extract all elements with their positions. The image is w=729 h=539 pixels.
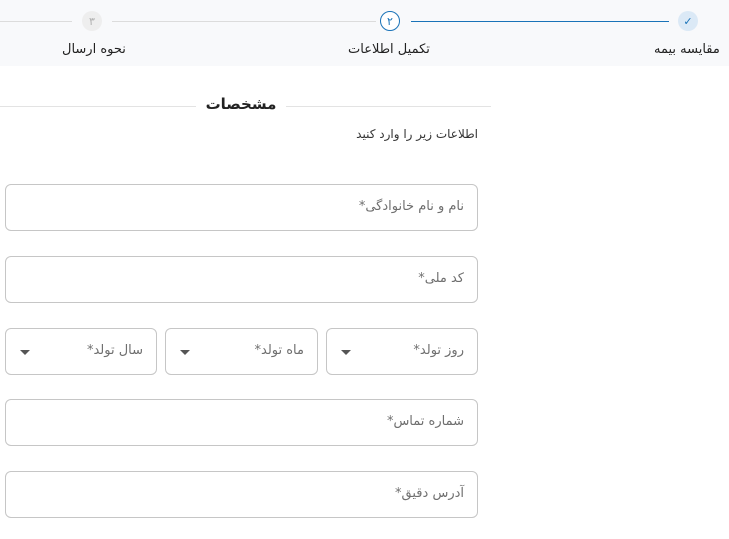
birth-year-placeholder: سال تولد*: [86, 343, 143, 358]
step-2-circle[interactable]: ۲: [380, 11, 400, 31]
step-1-circle[interactable]: ✓: [678, 11, 698, 31]
address-placeholder: آدرس دقیق*: [395, 486, 464, 501]
birth-day-select[interactable]: روز تولد*: [326, 328, 478, 375]
step-3-number: ۳: [89, 14, 95, 28]
check-icon: ✓: [683, 14, 693, 28]
step-2-number: ۲: [387, 14, 393, 28]
chevron-down-icon: [20, 350, 30, 355]
stepper-line-active: [411, 21, 669, 22]
section-subtitle: اطلاعات زیر را وارد کنید: [356, 127, 478, 141]
section-header: مشخصات: [0, 94, 491, 118]
step-3-label: نحوه ارسال: [62, 42, 126, 57]
stepper-line-left: [0, 21, 72, 22]
page: ۳ ۲ ✓ نحوه ارسال تکمیل اطلاعات مقایسه بی…: [0, 0, 729, 539]
national-code-placeholder: کد ملی*: [418, 271, 464, 286]
full-name-input[interactable]: نام و نام خانوادگی*: [5, 184, 478, 231]
section-divider-left: [0, 106, 196, 107]
section-title: مشخصات: [205, 95, 277, 113]
section-divider-right: [286, 106, 491, 107]
step-2-label: تکمیل اطلاعات: [348, 42, 430, 57]
stepper-line-middle: [112, 21, 376, 22]
phone-input[interactable]: شماره تماس*: [5, 399, 478, 446]
chevron-down-icon: [180, 350, 190, 355]
address-input[interactable]: آدرس دقیق*: [5, 471, 478, 518]
birth-month-placeholder: ماه تولد*: [254, 343, 305, 358]
phone-placeholder: شماره تماس*: [386, 414, 464, 429]
birth-year-select[interactable]: سال تولد*: [5, 328, 157, 375]
stepper: ۳ ۲ ✓ نحوه ارسال تکمیل اطلاعات مقایسه بی…: [0, 0, 729, 66]
chevron-down-icon: [341, 350, 351, 355]
birth-day-placeholder: روز تولد*: [413, 343, 464, 358]
birth-month-select[interactable]: ماه تولد*: [165, 328, 318, 375]
full-name-placeholder: نام و نام خانوادگی*: [358, 199, 464, 214]
step-3-circle[interactable]: ۳: [82, 11, 102, 31]
step-1-label: مقایسه بیمه: [654, 42, 720, 57]
national-code-input[interactable]: کد ملی*: [5, 256, 478, 303]
